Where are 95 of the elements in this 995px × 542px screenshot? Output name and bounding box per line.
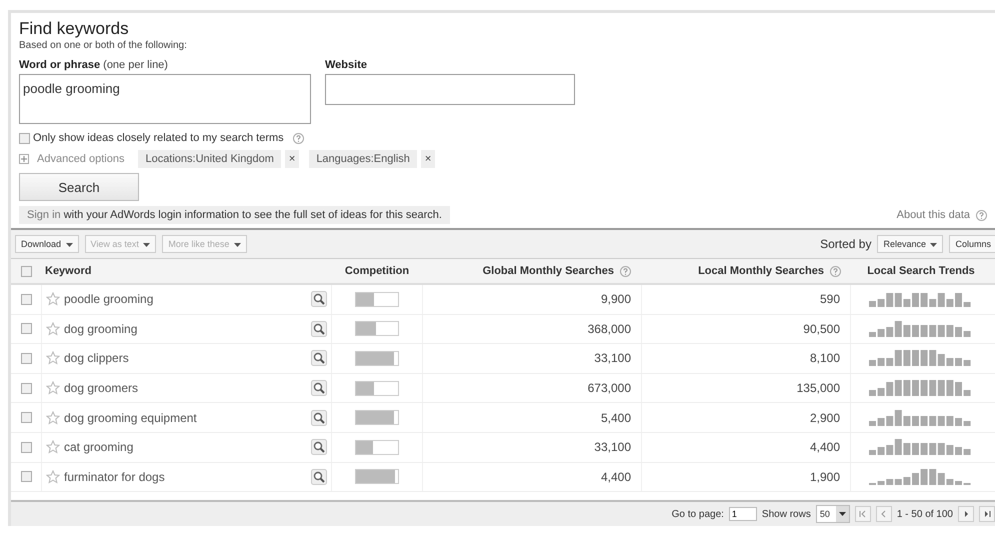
help-icon[interactable]: [292, 132, 304, 144]
advanced-options-link[interactable]: Advanced options: [37, 153, 124, 165]
keyword-cell: furminator for dogs: [64, 470, 165, 484]
competition-meter: [355, 292, 399, 307]
first-page-icon[interactable]: [854, 506, 871, 522]
caret-icon: [66, 242, 73, 247]
global-searches-cell: 368,000: [588, 322, 631, 336]
help-icon[interactable]: [620, 266, 631, 276]
global-searches-cell: 4,400: [600, 470, 631, 484]
field-label: Website: [325, 59, 368, 71]
sign-in-notice: Sign in with your AdWords login information to see the full set of ideas for this search.: [19, 206, 450, 224]
sign-in-link[interactable]: Sign in: [27, 209, 61, 221]
star-icon[interactable]: [46, 410, 60, 425]
filter-chip: Languages:English: [309, 150, 417, 168]
competition-meter: [355, 440, 399, 455]
global-searches-cell: 5,400: [600, 410, 631, 425]
checkbox[interactable]: [20, 323, 32, 334]
about-link[interactable]: About this data: [896, 209, 970, 221]
magnifier-icon[interactable]: [311, 291, 327, 308]
field-label: Word or phrase (one per line): [19, 59, 169, 71]
page-title: Find keywords: [19, 19, 130, 39]
magnifier-icon[interactable]: [311, 410, 327, 426]
column-header: Keyword: [45, 265, 92, 277]
star-icon[interactable]: [46, 292, 60, 306]
magnifier-icon[interactable]: [311, 380, 327, 396]
filter-chip: Locations:United Kingdom: [138, 150, 281, 168]
column-header: Local Search Trends: [867, 265, 975, 277]
page-range: 1 - 50 of 100: [896, 508, 953, 520]
page-field[interactable]: 1: [728, 507, 757, 522]
checkbox-label: Only show ideas closely related to my search terms: [33, 132, 284, 144]
expand-icon[interactable]: [19, 154, 29, 164]
sort-dropdown[interactable]: Relevance: [877, 235, 944, 253]
competition-meter: [355, 410, 399, 426]
subtitle: Based on one or both of the following:: [19, 40, 188, 51]
checkbox[interactable]: [20, 382, 32, 394]
magnifier-icon[interactable]: [311, 439, 327, 456]
columns-button[interactable]: Columns: [949, 235, 995, 253]
checkbox[interactable]: [20, 471, 32, 482]
website-field[interactable]: [325, 74, 575, 105]
remove-button[interactable]: ×: [284, 150, 300, 168]
star-icon[interactable]: [46, 470, 60, 484]
keyword-cell: dog clippers: [64, 351, 129, 366]
next-page-icon[interactable]: [958, 506, 974, 522]
star-icon[interactable]: [46, 322, 60, 336]
magnifier-icon[interactable]: [311, 468, 327, 485]
competition-meter: [355, 321, 399, 336]
search-button[interactable]: Search: [19, 173, 139, 201]
checkbox[interactable]: [20, 442, 32, 453]
local-searches-cell: 90,500: [803, 322, 840, 336]
rows-dropdown[interactable]: 50: [816, 505, 850, 524]
go-to-page-label: Go to page:: [672, 508, 724, 520]
last-page-icon[interactable]: [979, 506, 995, 522]
keyword-cell: cat grooming: [64, 440, 134, 454]
global-searches-cell: 33,100: [594, 351, 631, 366]
competition-meter: [355, 380, 399, 396]
checkbox[interactable]: [20, 294, 32, 305]
phrase-field[interactable]: poodle grooming: [19, 74, 311, 124]
competition-meter: [355, 469, 399, 484]
star-icon[interactable]: [46, 381, 60, 396]
local-searches-cell: 4,400: [810, 440, 840, 454]
checkbox[interactable]: [19, 132, 30, 144]
keyword-cell: dog groomers: [64, 381, 138, 396]
competition-meter: [355, 350, 399, 366]
star-icon[interactable]: [46, 351, 60, 366]
help-icon[interactable]: [830, 266, 841, 276]
toolbar-button[interactable]: Download: [15, 235, 79, 253]
local-searches-cell: 8,100: [810, 351, 840, 366]
local-searches-cell: 2,900: [810, 410, 840, 425]
checkbox[interactable]: [20, 412, 32, 424]
magnifier-icon[interactable]: [311, 350, 327, 366]
remove-button[interactable]: ×: [420, 150, 436, 168]
caret-icon: [930, 242, 938, 247]
column-header: Competition: [344, 265, 410, 277]
caret-icon: [143, 242, 150, 247]
star-icon[interactable]: [46, 440, 60, 454]
checkbox[interactable]: [20, 266, 32, 276]
global-searches-cell: 673,000: [588, 381, 631, 396]
global-searches-cell: 33,100: [594, 440, 631, 454]
magnifier-icon[interactable]: [311, 320, 327, 337]
global-searches-cell: 9,900: [600, 292, 631, 306]
local-searches-cell: 1,900: [810, 470, 840, 484]
previous-page-icon[interactable]: [876, 506, 892, 522]
caret-icon: [838, 512, 846, 516]
keyword-cell: dog grooming: [64, 322, 138, 336]
show-rows-label: Show rows: [762, 508, 811, 520]
sort-label: Sorted by: [820, 237, 872, 251]
keyword-cell: dog grooming equipment: [64, 410, 197, 425]
local-searches-cell: 590: [820, 292, 840, 306]
column-header: Global Monthly Searches: [482, 265, 614, 277]
help-icon[interactable]: [976, 210, 987, 220]
column-header: Local Monthly Searches: [698, 265, 824, 277]
caret-icon: [234, 242, 241, 247]
checkbox[interactable]: [20, 352, 32, 364]
keyword-cell: poodle grooming: [64, 292, 154, 306]
local-searches-cell: 135,000: [796, 381, 840, 396]
